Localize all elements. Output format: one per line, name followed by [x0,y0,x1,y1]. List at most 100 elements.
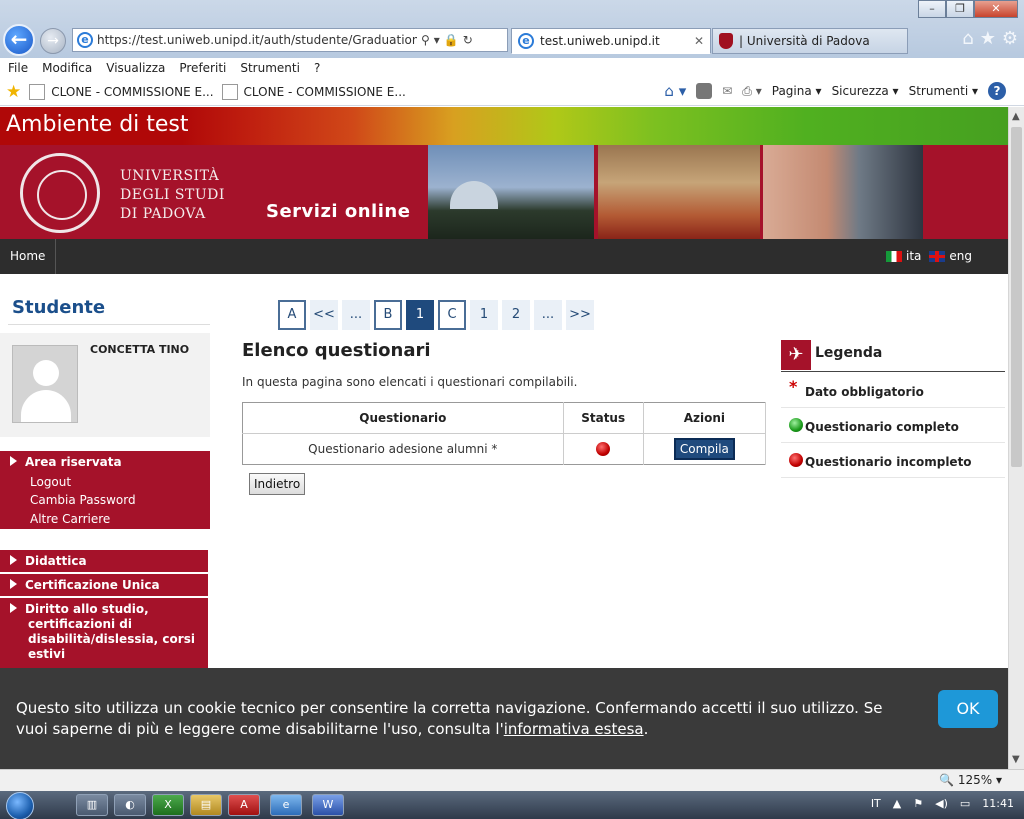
zoom-level[interactable]: 🔍 125% ▾ [939,773,1002,787]
back-button[interactable]: ← [3,24,35,56]
start-button[interactable] [6,792,34,819]
pin-icon: ✈ [781,340,811,370]
address-bar[interactable]: e https://test.uniweb.unipd.it/auth/stud… [72,28,508,52]
vertical-scrollbar[interactable]: ▲ ▼ [1008,107,1024,769]
scroll-up-icon[interactable]: ▲ [1012,111,1020,122]
excel-icon[interactable]: X [152,794,184,816]
nav-home-link[interactable]: Home [0,239,57,274]
command-pagina[interactable]: Pagina ▾ [772,84,822,98]
legend-title: Legenda [815,345,883,361]
refresh-icon[interactable]: ↻ [463,33,473,47]
header-azioni: Azioni [643,402,767,434]
taskbar-app-icon[interactable]: ◐ [114,794,146,816]
menu-strumenti[interactable]: Strumenti [240,61,300,75]
university-seal-logo[interactable] [20,153,100,233]
menu-modifica[interactable]: Modifica [42,61,92,75]
cookie-info-link[interactable]: informativa estesa [504,720,644,738]
sidebar-item-certificazione[interactable]: Certificazione Unica [0,574,208,597]
change-password-link[interactable]: Cambia Password [30,493,136,507]
area-riservata-heading[interactable]: Area riservata [10,455,122,469]
mail-icon[interactable]: ✉ [722,84,732,98]
pager-step-2[interactable]: 2 [502,300,530,330]
scroll-thumb[interactable] [1011,127,1022,467]
minimize-button[interactable]: – [918,0,946,18]
top-navbar: Home ita eng [0,239,1008,274]
sidebar-item-diritto-studio[interactable]: Diritto allo studio, certificazioni di d… [0,598,208,678]
favorite-item[interactable]: CLONE - COMMISSIONE E... [29,83,214,100]
ie-taskbar-icon[interactable]: e [270,794,302,816]
system-tray: IT ▲ ⚑ ◀) ▭ 11:41 [871,797,1014,810]
legend-item-incomplete: Questionario incompleto [781,443,1005,478]
lock-icon[interactable]: 🔒 [444,33,459,47]
tab-unipd[interactable]: | Università di Padova [712,28,908,54]
language-indicator[interactable]: IT [871,797,881,810]
sidebar-title: Studente [12,297,106,318]
search-icon[interactable]: ⚲ [421,33,430,47]
flag-icon[interactable]: ⚑ [913,797,923,810]
command-strumenti[interactable]: Strumenti ▾ [909,84,978,98]
tab-active[interactable]: e test.uniweb.unipd.it ✕ [511,28,711,54]
pager-step-b[interactable]: B [374,300,402,330]
tray-arrow-icon[interactable]: ▲ [893,797,901,810]
home-icon[interactable]: ⌂ ▾ [664,82,686,100]
cookie-ok-button[interactable]: OK [938,690,998,728]
servizi-online-title: Servizi online [266,201,411,222]
favorites-star-icon[interactable]: ★ [980,28,996,49]
pager-next[interactable]: >> [566,300,594,330]
favorites-star-icon[interactable]: ★ [6,82,21,102]
volume-icon[interactable]: ◀) [935,797,948,810]
maximize-button[interactable]: ❐ [946,0,974,18]
lang-eng-link[interactable]: eng [949,249,972,263]
menu-file[interactable]: File [8,61,28,75]
university-name[interactable]: UNIVERSITÀ DEGLI STUDI DI PADOVA [120,167,225,224]
rss-icon[interactable] [696,83,713,99]
pdf-icon[interactable]: A [228,794,260,816]
gear-icon[interactable]: ⚙ [1002,28,1018,49]
clock[interactable]: 11:41 [982,797,1014,810]
command-sicurezza[interactable]: Sicurezza ▾ [832,84,899,98]
italian-flag-icon[interactable] [885,250,902,262]
environment-banner: Ambiente di test [0,107,1008,145]
home-icon[interactable]: ⌂ [962,28,973,49]
browser-titlebar: – ❐ ✕ ← → e https://test.uniweb.unipd.it… [0,0,1024,58]
back-page-button[interactable]: Indietro [249,473,306,495]
dropdown-icon[interactable]: ▾ [434,33,440,47]
taskbar-app-icon[interactable]: ▥ [76,794,108,816]
sidebar-item-didattica[interactable]: Didattica [0,550,208,573]
network-icon[interactable]: ▭ [960,797,970,810]
forward-button[interactable]: → [40,28,66,54]
folder-icon[interactable]: ▤ [190,794,222,816]
arrow-right-icon [10,603,17,613]
pager-step-current[interactable]: 1 [406,300,434,330]
url-text[interactable]: https://test.uniweb.unipd.it/auth/studen… [97,33,417,47]
pager-step-a[interactable]: A [278,300,306,330]
pager-prev[interactable]: << [310,300,338,330]
favorite-item[interactable]: CLONE - COMMISSIONE E... [221,83,406,100]
page-title: Elenco questionari [242,340,431,361]
compila-button[interactable]: Compila [672,437,736,461]
close-tab-icon[interactable]: ✕ [694,34,704,48]
scroll-down-icon[interactable]: ▼ [1012,754,1020,765]
status-bar: 🔍 125% ▾ [0,769,1024,791]
word-icon[interactable]: W [312,794,344,816]
english-flag-icon[interactable] [929,250,946,262]
user-name: CONCETTA TINO [90,343,190,356]
cookie-text: Questo sito utilizza un cookie tecnico p… [16,699,883,738]
step-pager: A << ... B 1 C 1 2 ... >> [278,300,594,330]
menu-visualizza[interactable]: Visualizza [106,61,165,75]
sidebar: Studente CONCETTA TINO Area riservata Lo… [0,297,212,678]
status-incomplete-icon [596,442,611,457]
other-careers-link[interactable]: Altre Carriere [30,512,110,526]
menu-preferiti[interactable]: Preferiti [179,61,226,75]
pager-step-1[interactable]: 1 [470,300,498,330]
pager-step-c[interactable]: C [438,300,466,330]
page-icon [29,83,46,100]
taskbar: ▥ ◐ X ▤ A e W IT ▲ ⚑ ◀) ▭ 11:41 [0,791,1024,819]
menu-help[interactable]: ? [314,61,320,75]
close-window-button[interactable]: ✕ [974,0,1018,18]
divider [8,324,210,325]
logout-link[interactable]: Logout [30,475,71,489]
lang-ita-link[interactable]: ita [906,249,921,263]
help-icon[interactable]: ? [988,82,1006,100]
print-icon[interactable]: ⎙ ▾ [742,84,761,99]
